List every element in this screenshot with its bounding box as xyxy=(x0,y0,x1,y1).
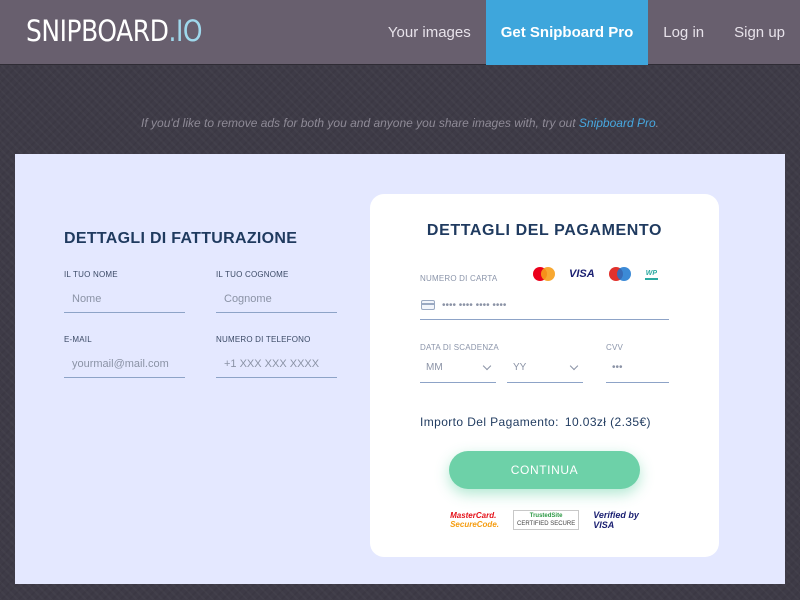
logo-domain: .IO xyxy=(168,14,203,48)
last-name-field: IL TUO COGNOME xyxy=(216,270,337,313)
cvv-field xyxy=(606,353,669,383)
nav-login[interactable]: Log in xyxy=(648,0,719,65)
mastercard-icon xyxy=(533,267,556,281)
card-number-input[interactable] xyxy=(442,299,642,311)
nav-your-images[interactable]: Your images xyxy=(373,0,486,65)
maestro-icon xyxy=(608,267,631,281)
amount-value: 10.03zł (2.35€) xyxy=(564,415,651,429)
month-placeholder: MM xyxy=(426,362,443,373)
expiry-label: DATA DI SCADENZA xyxy=(420,343,499,352)
credit-card-icon xyxy=(421,300,435,310)
year-placeholder: YY xyxy=(513,362,527,373)
card-brand-logos: VISA WP xyxy=(533,267,658,281)
email-field: E-MAIL xyxy=(64,335,185,378)
chevron-down-icon xyxy=(482,361,492,371)
last-name-input[interactable] xyxy=(216,285,337,313)
payment-title: DETTAGLI DEL PAGAMENTO xyxy=(426,222,663,239)
phone-input[interactable] xyxy=(216,350,337,378)
amount-label: Importo Del Pagamento: xyxy=(420,415,559,429)
nav-signup[interactable]: Sign up xyxy=(719,0,800,65)
phone-field: NUMERO DI TELEFONO xyxy=(216,335,337,378)
snipboard-logo[interactable]: SNIPBOARD.IO xyxy=(26,14,203,48)
snipboard-pro-link[interactable]: Snipboard Pro xyxy=(579,116,656,130)
remove-ads-notice: If you'd like to remove ads for both you… xyxy=(0,116,800,130)
trustedsite-badge: TrustedSite CERTIFIED SECURE xyxy=(512,510,580,530)
visa-icon: VISA xyxy=(569,268,595,280)
first-name-label: IL TUO NOME xyxy=(64,270,118,279)
webpay-icon: WP xyxy=(644,269,658,280)
expiry-year-select[interactable]: YY xyxy=(507,353,583,383)
phone-label: NUMERO DI TELEFONO xyxy=(216,335,311,344)
payment-amount: Importo Del Pagamento: 10.03zł (2.35€) xyxy=(420,415,651,429)
nav-get-pro-button[interactable]: Get Snipboard Pro xyxy=(485,0,649,65)
first-name-field: IL TUO NOME xyxy=(64,270,185,313)
cvv-input[interactable] xyxy=(612,362,662,373)
logo-text: SNIPBOARD xyxy=(26,14,169,48)
mastercard-securecode-logo: MasterCard. SecureCode. xyxy=(450,511,499,529)
cvv-label: CVV xyxy=(606,343,624,352)
trust-badges: MasterCard. SecureCode. TrustedSite CERT… xyxy=(370,510,719,530)
nav-menu: Your images Get Snipboard Pro Log in Sig… xyxy=(373,0,800,65)
chevron-down-icon xyxy=(569,361,579,371)
card-number-field xyxy=(420,291,669,320)
last-name-label: IL TUO COGNOME xyxy=(216,270,289,279)
top-navigation-bar: SNIPBOARD.IO Your images Get Snipboard P… xyxy=(0,0,800,65)
continue-button[interactable]: CONTINUA xyxy=(449,451,640,489)
verified-by-visa-logo: Verified by VISA xyxy=(593,510,639,530)
checkout-panel: DETTAGLI DI FATTURAZIONE IL TUO NOME IL … xyxy=(15,154,785,584)
first-name-input[interactable] xyxy=(64,285,185,313)
email-input[interactable] xyxy=(64,350,185,378)
ad-notice-end: . xyxy=(655,116,659,130)
card-number-label: NUMERO DI CARTA xyxy=(420,274,498,283)
ad-notice-text: If you'd like to remove ads for both you… xyxy=(141,116,576,130)
billing-title: DETTAGLI DI FATTURAZIONE xyxy=(64,230,298,247)
email-label: E-MAIL xyxy=(64,335,92,344)
expiry-month-select[interactable]: MM xyxy=(420,353,496,383)
payment-card: DETTAGLI DEL PAGAMENTO NUMERO DI CARTA V… xyxy=(370,194,719,557)
